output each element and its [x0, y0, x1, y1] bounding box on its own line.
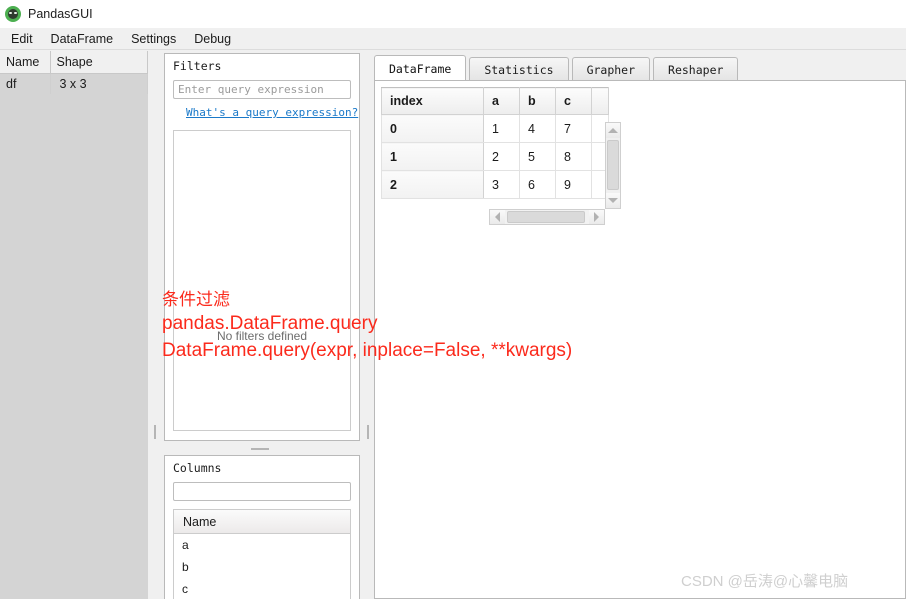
query-expression-help-link[interactable]: What's a query expression? [186, 106, 358, 119]
scroll-down-arrow-icon[interactable] [606, 193, 620, 208]
sidebar-header-shape[interactable]: Shape [50, 51, 148, 74]
tab-dataframe[interactable]: DataFrame [374, 55, 467, 81]
table-row[interactable]: 2 3 6 9 [381, 170, 609, 199]
df-header-c[interactable]: c [555, 87, 592, 115]
tab-panel-dataframe: index a b c 0 1 4 7 1 2 5 8 2 3 6 9 [374, 80, 906, 599]
df-header-index[interactable]: index [381, 87, 484, 115]
panda-app-icon [5, 6, 21, 22]
df-cell-index: 0 [381, 114, 484, 143]
df-cell-index: 1 [381, 142, 484, 171]
pandasgui-window: PandasGUI Edit DataFrame Settings Debug … [0, 0, 906, 599]
list-item[interactable]: c [174, 578, 350, 599]
center-column: Filters What's a query expression? No fi… [162, 51, 362, 599]
df-cell-b[interactable]: 5 [519, 142, 556, 171]
sidebar-header-name[interactable]: Name [0, 51, 51, 74]
scroll-left-arrow-icon[interactable] [490, 210, 505, 224]
tab-statistics[interactable]: Statistics [469, 57, 569, 81]
filters-panel-title: Filters [173, 59, 222, 73]
columns-panel: Columns Name a b c [164, 455, 360, 599]
tab-grapher[interactable]: Grapher [571, 57, 651, 81]
df-cell-b[interactable]: 6 [519, 170, 556, 199]
table-row[interactable]: 0 1 4 7 [381, 114, 609, 143]
table-row[interactable]: 1 2 5 8 [381, 142, 609, 171]
filters-panel: Filters What's a query expression? No fi… [164, 53, 360, 441]
df-header-b[interactable]: b [519, 87, 556, 115]
dataframe-horizontal-scrollbar[interactable] [489, 209, 605, 225]
menu-bar: Edit DataFrame Settings Debug [0, 28, 906, 50]
main-content-area: DataFrame Statistics Grapher Reshaper in… [374, 51, 906, 599]
dataframe-viewer: index a b c 0 1 4 7 1 2 5 8 2 3 6 9 [381, 87, 623, 229]
menu-item-settings[interactable]: Settings [122, 30, 185, 48]
dataframe-list-table: Name Shape df 3 x 3 [0, 51, 148, 94]
df-header-filler [591, 87, 609, 115]
dataframe-vertical-scrollbar[interactable] [605, 122, 621, 209]
filters-list[interactable]: No filters defined [173, 130, 351, 431]
table-row[interactable]: df 3 x 3 [0, 73, 148, 94]
splitter-left[interactable] [148, 51, 162, 599]
sidebar-cell-name: df [0, 73, 51, 94]
df-cell-c[interactable]: 7 [555, 114, 592, 143]
df-cell-b[interactable]: 4 [519, 114, 556, 143]
list-item[interactable]: b [174, 556, 350, 578]
df-cell-c[interactable]: 8 [555, 142, 592, 171]
table-header-row: index a b c [381, 87, 609, 115]
scrollbar-thumb[interactable] [607, 140, 619, 190]
splitter-right[interactable] [362, 51, 374, 599]
sidebar-cell-shape: 3 x 3 [50, 73, 148, 94]
dataframe-table: index a b c 0 1 4 7 1 2 5 8 2 3 6 9 [381, 87, 609, 199]
list-item[interactable]: a [174, 534, 350, 556]
df-cell-a[interactable]: 2 [483, 142, 520, 171]
splitter-grip-icon [251, 448, 269, 450]
splitter-grip-icon [367, 425, 369, 439]
tab-bar: DataFrame Statistics Grapher Reshaper [374, 55, 741, 81]
df-cell-c[interactable]: 9 [555, 170, 592, 199]
columns-list-header[interactable]: Name [174, 510, 350, 534]
tab-reshaper[interactable]: Reshaper [653, 57, 739, 81]
columns-panel-title: Columns [173, 461, 222, 475]
scroll-up-arrow-icon[interactable] [606, 123, 620, 138]
no-filters-message: No filters defined [216, 329, 308, 343]
df-cell-a[interactable]: 3 [483, 170, 520, 199]
df-cell-index: 2 [381, 170, 484, 199]
df-cell-a[interactable]: 1 [483, 114, 520, 143]
columns-search-input[interactable] [173, 482, 351, 501]
menu-item-edit[interactable]: Edit [2, 30, 42, 48]
query-expression-input[interactable] [173, 80, 351, 99]
df-header-a[interactable]: a [483, 87, 520, 115]
scrollbar-thumb[interactable] [507, 211, 585, 223]
title-bar: PandasGUI [0, 0, 906, 28]
columns-list[interactable]: Name a b c [173, 509, 351, 599]
scroll-right-arrow-icon[interactable] [589, 210, 604, 224]
splitter-grip-icon [154, 425, 156, 439]
window-title: PandasGUI [28, 7, 93, 21]
table-header-row: Name Shape [0, 51, 148, 74]
menu-item-debug[interactable]: Debug [185, 30, 240, 48]
dataframe-list-sidebar: Name Shape df 3 x 3 [0, 51, 148, 599]
menu-item-dataframe[interactable]: DataFrame [42, 30, 123, 48]
